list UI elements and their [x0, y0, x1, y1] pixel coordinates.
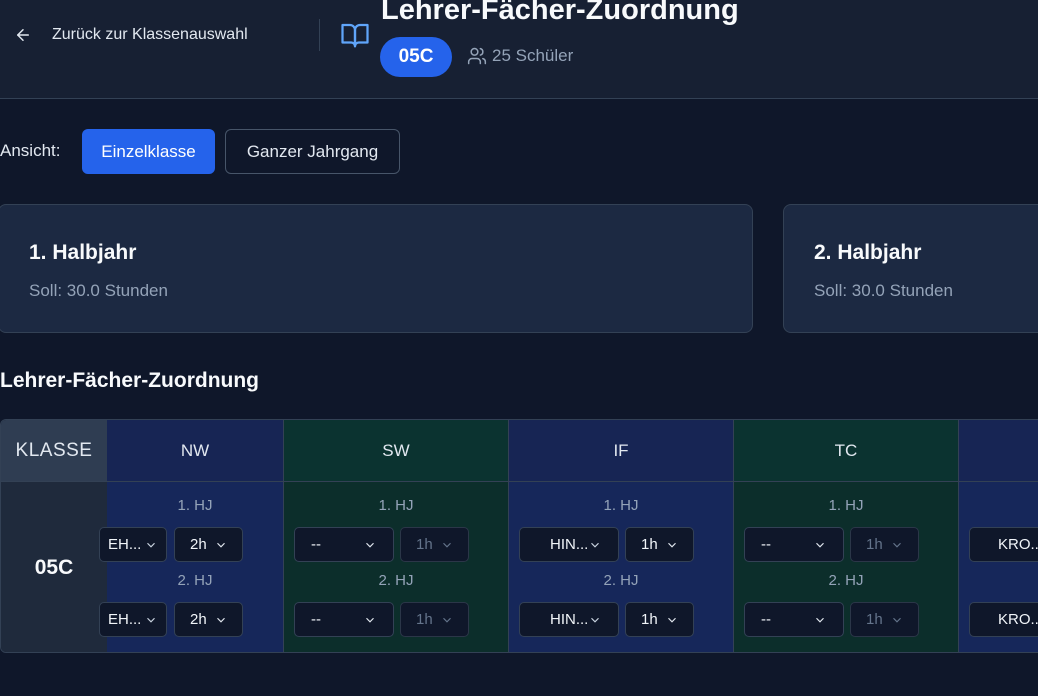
- subject-header: [959, 420, 1038, 482]
- chevron-down-icon: [443, 617, 451, 623]
- hours-select-value: 1h: [641, 536, 658, 553]
- chevron-down-icon: [893, 542, 901, 548]
- subject-column-tc: TC 1. HJ -- 1h 2. HJ -- 1h: [734, 420, 959, 652]
- teacher-select-value: HIN...: [550, 611, 588, 628]
- chevron-down-icon: [591, 542, 599, 548]
- chevron-down-icon: [366, 617, 374, 623]
- teacher-select[interactable]: --: [294, 527, 394, 562]
- teacher-select-value: --: [311, 536, 321, 553]
- section-title: Lehrer-Fächer-Zuordnung: [0, 369, 260, 392]
- arrow-left-icon: [17, 29, 29, 41]
- class-badge: 05C: [380, 37, 452, 77]
- teacher-select-value: KRO...: [998, 611, 1038, 628]
- teacher-select[interactable]: --: [744, 527, 844, 562]
- chevron-down-icon: [668, 542, 676, 548]
- teacher-select-value: --: [761, 611, 771, 628]
- teacher-select-value: HIN...: [550, 536, 588, 553]
- subject-header: NW: [107, 420, 283, 482]
- chevron-down-icon: [591, 617, 599, 623]
- hours-select-value: 1h: [416, 611, 433, 628]
- subject-column-sw: SW 1. HJ -- 1h 2. HJ -- 1h: [284, 420, 509, 652]
- chevron-down-icon: [893, 617, 901, 623]
- chevron-down-icon: [443, 542, 451, 548]
- hours-select[interactable]: 1h: [625, 527, 694, 562]
- chevron-down-icon: [217, 617, 225, 623]
- klasse-header: KLASSE: [1, 420, 107, 482]
- semester-card-2: 2. Halbjahr Soll: 30.0 Stunden: [783, 204, 1038, 333]
- klasse-cell: 05C: [1, 482, 107, 652]
- view-label: Ansicht:: [0, 141, 61, 160]
- hj2-label: 2. HJ: [378, 572, 414, 589]
- hours-select-value: 2h: [190, 536, 207, 553]
- teacher-select[interactable]: EH...: [99, 602, 167, 637]
- chevron-down-icon: [217, 542, 225, 548]
- hours-select[interactable]: 1h: [850, 527, 919, 562]
- semester-target-hours: Soll: 30.0 Stunden: [29, 281, 168, 300]
- semester-title: 1. Halbjahr: [29, 241, 137, 264]
- assignment-table: KLASSE 05C NW 1. HJ EH... 2h 2. HJ EH...…: [0, 419, 1038, 653]
- hj1-label: 1. HJ: [177, 497, 213, 514]
- hours-select[interactable]: 2h: [174, 527, 243, 562]
- hours-select-value: 2h: [190, 611, 207, 628]
- semester-target-hours: Soll: 30.0 Stunden: [814, 281, 953, 300]
- hours-select-value: 1h: [641, 611, 658, 628]
- hj1-label: 1. HJ: [828, 497, 864, 514]
- view-single-class-button[interactable]: Einzelklasse: [82, 129, 215, 174]
- subject-column-if: IF 1. HJ HIN... 1h 2. HJ HIN... 1h: [509, 420, 734, 652]
- chevron-down-icon: [366, 542, 374, 548]
- teacher-select[interactable]: --: [744, 602, 844, 637]
- chevron-down-icon: [668, 617, 676, 623]
- teacher-select[interactable]: --: [294, 602, 394, 637]
- users-icon: [467, 47, 487, 65]
- chevron-down-icon: [816, 542, 824, 548]
- chevron-down-icon: [147, 617, 155, 623]
- teacher-select-value: KRO...: [998, 536, 1038, 553]
- hours-select[interactable]: 1h: [625, 602, 694, 637]
- subject-header: SW: [284, 420, 508, 482]
- chevron-down-icon: [147, 542, 155, 548]
- hj2-label: 2. HJ: [828, 572, 864, 589]
- hj1-label: 1. HJ: [378, 497, 414, 514]
- hours-select[interactable]: 1h: [850, 602, 919, 637]
- header: Zurück zur Klassenauswahl Lehrer-Fächer-…: [0, 0, 1038, 99]
- subject-header: TC: [734, 420, 958, 482]
- hj1-label: 1. HJ: [603, 497, 639, 514]
- teacher-select[interactable]: KRO...: [969, 527, 1038, 562]
- teacher-select-value: EH...: [108, 536, 142, 553]
- teacher-select-value: --: [761, 536, 771, 553]
- hours-select-value: 1h: [416, 536, 433, 553]
- subject-header: IF: [509, 420, 733, 482]
- page-title: Lehrer-Fächer-Zuordnung: [381, 0, 739, 26]
- book-open-icon: [341, 23, 369, 48]
- chevron-down-icon: [816, 617, 824, 623]
- header-divider: [319, 19, 320, 51]
- back-label: Zurück zur Klassenauswahl: [52, 26, 248, 43]
- teacher-select[interactable]: HIN...: [519, 602, 619, 637]
- view-whole-year-button[interactable]: Ganzer Jahrgang: [225, 129, 400, 174]
- hj2-label: 2. HJ: [603, 572, 639, 589]
- page: Zurück zur Klassenauswahl Lehrer-Fächer-…: [0, 0, 1038, 696]
- teacher-select[interactable]: KRO...: [969, 602, 1038, 637]
- hours-select[interactable]: 1h: [400, 527, 469, 562]
- hours-select[interactable]: 1h: [400, 602, 469, 637]
- subject-column-nw: NW 1. HJ EH... 2h 2. HJ EH... 2h: [99, 420, 284, 652]
- student-count-label: 25 Schüler: [492, 46, 574, 65]
- teacher-select[interactable]: HIN...: [519, 527, 619, 562]
- semester-card-1: 1. Halbjahr Soll: 30.0 Stunden: [0, 204, 753, 333]
- hours-select-value: 1h: [866, 611, 883, 628]
- hj2-label: 2. HJ: [177, 572, 213, 589]
- semester-title: 2. Halbjahr: [814, 241, 922, 264]
- teacher-select-value: EH...: [108, 611, 142, 628]
- subject-column-partial: KRO... KRO...: [959, 420, 1038, 652]
- hours-select-value: 1h: [866, 536, 883, 553]
- student-count: 25 Schüler: [467, 46, 573, 66]
- teacher-select-value: --: [311, 611, 321, 628]
- teacher-select[interactable]: EH...: [99, 527, 167, 562]
- hours-select[interactable]: 2h: [174, 602, 243, 637]
- back-button[interactable]: Zurück zur Klassenauswahl: [14, 22, 248, 48]
